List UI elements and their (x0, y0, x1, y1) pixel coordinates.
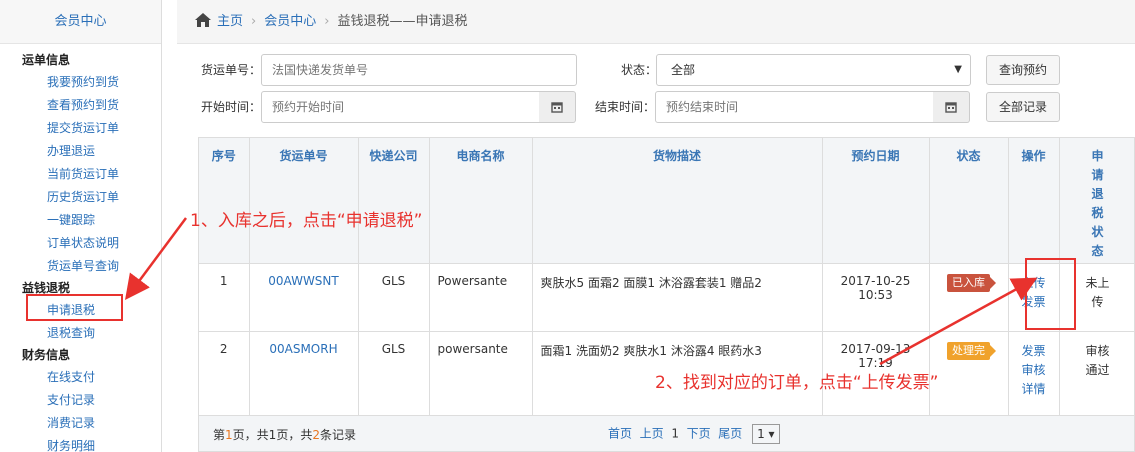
cell-tax-status: 审核通过 (1059, 331, 1134, 416)
calendar-icon[interactable] (539, 91, 576, 123)
waybill-link[interactable]: 00AWWSNT (268, 274, 338, 288)
highlight-box-upload-invoice (1025, 258, 1076, 330)
status-badge: 处理完 (947, 341, 996, 360)
breadcrumb-member[interactable]: 会员中心 (264, 14, 316, 29)
sidebar-item-online-pay[interactable]: 在线支付 (0, 366, 161, 389)
pager-current-num: 1 (225, 427, 233, 442)
breadcrumb-home[interactable]: 主页 (217, 14, 243, 29)
cell-courier: GLS (358, 331, 430, 416)
pager-next[interactable]: 下页 (687, 427, 711, 441)
invoice-link[interactable]: 发票 (1021, 344, 1045, 358)
sidebar-item-book-arrival[interactable]: 我要预约到货 (0, 71, 161, 94)
orders-table: 序号 货运单号 快递公司 电商名称 货物描述 预约日期 状态 操作 申请退税状态… (198, 137, 1135, 452)
breadcrumb-separator: › (324, 14, 330, 29)
table-header-row: 序号 货运单号 快递公司 电商名称 货物描述 预约日期 状态 操作 申请退税状态 (199, 138, 1134, 264)
pager-text: 页，共 (276, 427, 313, 442)
sidebar-item-status-help[interactable]: 订单状态说明 (0, 232, 161, 255)
pager-nav: 首页 上页 1 下页 尾页 1 ▾ (532, 415, 1134, 451)
waybill-input[interactable] (261, 54, 577, 86)
all-records-button[interactable]: 全部记录 (986, 92, 1060, 122)
col-header-tax-status: 申请退税状态 (1059, 138, 1134, 264)
start-time-label: 开始时间： (201, 100, 262, 114)
sidebar-item-pay-records[interactable]: 支付记录 (0, 389, 161, 412)
review-link[interactable]: 审核 (1021, 363, 1045, 377)
sidebar-item-spend-records[interactable]: 消费记录 (0, 412, 161, 435)
end-time-input[interactable] (655, 91, 934, 123)
waybill-label: 货运单号： (201, 63, 262, 77)
cell-no: 2 (199, 331, 250, 416)
pager-row: 第1页，共1页，共2条记录 首页 上页 1 下页 尾页 1 ▾ (199, 415, 1134, 451)
sidebar-item-current-orders[interactable]: 当前货运订单 (0, 163, 161, 186)
col-header-ops: 操作 (1008, 138, 1060, 264)
calendar-icon[interactable] (933, 91, 970, 123)
cell-shop: powersante (429, 331, 533, 416)
sidebar: 会员中心 运单信息 我要预约到货 查看预约到货 提交货运订单 办理退运 当前货运… (0, 0, 162, 452)
col-header-status: 状态 (929, 138, 1009, 264)
detail-link[interactable]: 详情 (1021, 382, 1045, 396)
col-header-shop: 电商名称 (429, 138, 533, 264)
sidebar-group-finance: 财务信息 (22, 348, 71, 362)
annotation-step-1: 1、入库之后，点击“申请退税” (190, 211, 423, 231)
chevron-down-icon: ▼ (954, 64, 962, 75)
sidebar-item-finance-detail[interactable]: 财务明细 (0, 435, 161, 452)
sidebar-item-view-arrival[interactable]: 查看预约到货 (0, 94, 161, 117)
highlight-box-apply-refund (26, 294, 123, 321)
sidebar-header[interactable]: 会员中心 (0, 0, 161, 44)
sidebar-item-refund-query[interactable]: 退税查询 (0, 322, 161, 345)
breadcrumb-current: 益钱退税——申请退税 (337, 14, 468, 29)
col-header-desc: 货物描述 (532, 138, 823, 264)
annotation-step-2: 2、找到对应的订单，点击“上传发票” (655, 373, 939, 393)
sidebar-item-history-orders[interactable]: 历史货运订单 (0, 186, 161, 209)
query-button[interactable]: 查询预约 (986, 55, 1060, 85)
cell-no: 1 (199, 263, 250, 332)
table-row: 1 00AWWSNT GLS Powersante 爽肤水5 面霜2 面膜1 沐… (199, 263, 1134, 332)
status-select[interactable]: 全部 ▼ (656, 54, 971, 86)
cell-shop: Powersante (429, 263, 533, 332)
status-badge: 已入库 (947, 273, 996, 292)
sidebar-item-waybill-query[interactable]: 货运单号查询 (0, 255, 161, 278)
status-label: 状态： (621, 63, 658, 77)
pager-text: 页，共 (232, 427, 269, 442)
home-icon (195, 13, 211, 27)
cell-date: 2017-10-25 10:53 (822, 263, 930, 332)
pager-first[interactable]: 首页 (608, 427, 632, 441)
filter-row-1: 货运单号： 状态： 全部 ▼ 查询预约 (177, 54, 1135, 86)
sidebar-item-track[interactable]: 一键跟踪 (0, 209, 161, 232)
sidebar-item-submit-order[interactable]: 提交货运订单 (0, 117, 161, 140)
waybill-link[interactable]: 00ASMORH (269, 342, 337, 356)
pager-prev[interactable]: 上页 (640, 427, 664, 441)
pager-summary: 第1页，共1页，共2条记录 (199, 415, 532, 451)
pager-text: 第 (213, 427, 226, 442)
page-select[interactable]: 1 ▾ (752, 424, 780, 444)
col-header-no: 序号 (199, 138, 250, 264)
pager-total-num: 2 (312, 427, 320, 442)
cell-courier: GLS (358, 263, 430, 332)
pager-current: 1 (671, 426, 679, 441)
breadcrumb: 主页 › 会员中心 › 益钱退税——申请退税 (177, 0, 1135, 44)
sidebar-group-waybill: 运单信息 (22, 53, 71, 67)
sidebar-item-return[interactable]: 办理退运 (0, 140, 161, 163)
pager-last[interactable]: 尾页 (718, 427, 742, 441)
pager-text: 条记录 (319, 427, 356, 442)
col-header-courier: 快递公司 (358, 138, 430, 264)
start-time-input[interactable] (261, 91, 540, 123)
col-header-waybill: 货运单号 (249, 138, 359, 264)
cell-desc: 爽肤水5 面霜2 面膜1 沐浴露套装1 赠品2 (532, 263, 823, 332)
filter-row-2: 开始时间： 结束时间： 全部记录 (177, 91, 1135, 123)
status-select-value: 全部 (671, 63, 696, 77)
end-time-label: 结束时间： (595, 100, 656, 114)
breadcrumb-separator: › (251, 14, 257, 29)
col-header-date: 预约日期 (822, 138, 930, 264)
